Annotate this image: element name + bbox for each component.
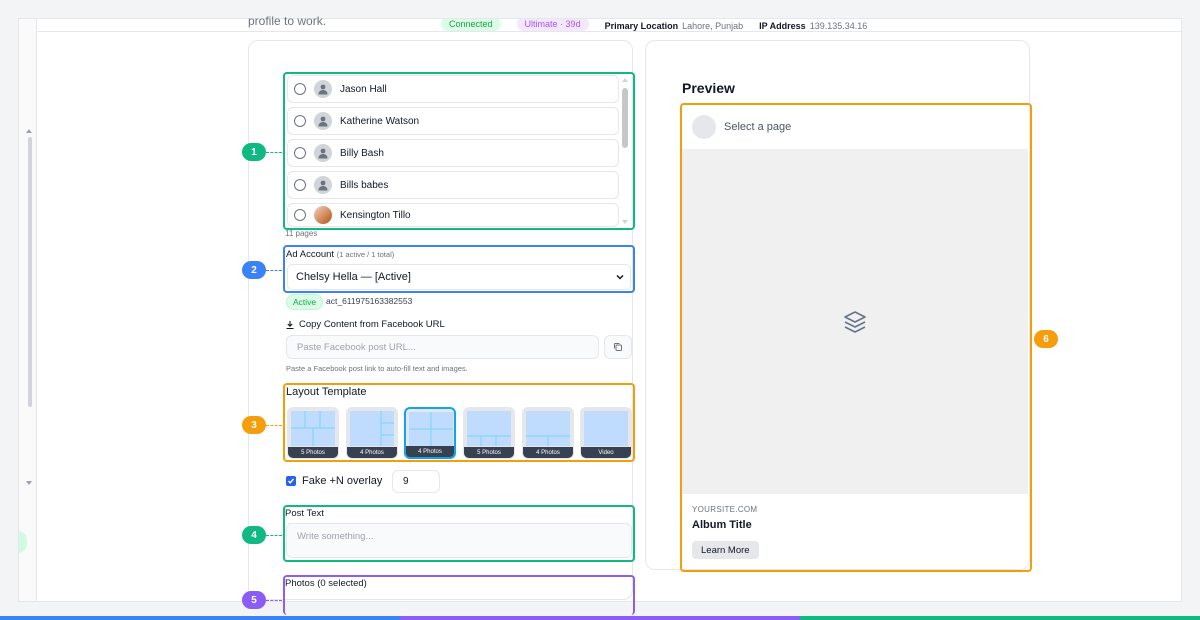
preview-site: YOURSITE.COM <box>692 505 758 514</box>
template-option[interactable]: 5 Photos <box>463 407 515 459</box>
marker-3-connector <box>266 425 282 426</box>
marker-1: 1 <box>242 143 266 161</box>
marker-1-connector <box>266 152 282 153</box>
page-option[interactable]: Kensington Tillo <box>287 203 619 227</box>
radio-button[interactable] <box>294 115 306 127</box>
select-page-text: Select a page <box>724 121 792 133</box>
fake-overlay-label: Fake +N overlay <box>302 475 383 487</box>
intro-text: profile to work. <box>248 14 327 28</box>
template-option[interactable]: 4 Photos <box>346 407 398 459</box>
download-icon <box>286 320 294 329</box>
page-option[interactable]: Katherine Watson <box>287 107 619 135</box>
photos-label: Photos (0 selected) <box>285 578 367 589</box>
template-option-selected[interactable]: 4 Photos <box>404 407 456 459</box>
topbar-divider <box>37 31 1181 32</box>
marker-2-connector <box>266 270 282 271</box>
pages-scrollbar[interactable] <box>622 88 628 148</box>
person-icon <box>314 80 332 98</box>
preview-page-header[interactable]: Select a page <box>682 106 1028 148</box>
scroll-down-icon[interactable] <box>26 481 32 485</box>
facebook-url-input[interactable]: Paste Facebook post URL... <box>286 335 599 359</box>
template-option[interactable]: 5 Photos <box>287 407 339 459</box>
left-scrollbar[interactable] <box>28 137 32 407</box>
overlay-count-input[interactable]: 9 <box>392 470 440 493</box>
template-label: 4 Photos <box>347 447 397 458</box>
rail-bubble <box>19 531 27 553</box>
post-text-label: Post Text <box>285 508 324 519</box>
paste-hint: Paste a Facebook post link to auto-fill … <box>286 364 468 373</box>
ad-account-label: Ad Account (1 active / 1 total) <box>286 249 395 260</box>
template-label: Video <box>581 447 631 458</box>
marker-4-connector <box>266 535 282 536</box>
template-option[interactable]: 4 Photos <box>522 407 574 459</box>
scroll-up-icon[interactable] <box>26 129 32 133</box>
template-label: 5 Photos <box>288 447 338 458</box>
bottom-gradient-bar <box>0 616 1200 620</box>
post-text-input[interactable]: Write something... <box>286 523 632 558</box>
radio-button[interactable] <box>294 147 306 159</box>
ip-address: IP Address 139.135.34.16 <box>759 21 868 31</box>
page-option[interactable]: Billy Bash <box>287 139 619 167</box>
account-id: act_611975163382553 <box>326 296 413 306</box>
person-icon <box>314 176 332 194</box>
layers-icon <box>844 310 866 333</box>
radio-button[interactable] <box>294 83 306 95</box>
radio-button[interactable] <box>294 209 306 221</box>
photo-avatar <box>314 206 332 224</box>
marker-4: 4 <box>242 526 266 544</box>
paste-button[interactable] <box>604 335 632 359</box>
marker-5-connector <box>266 600 282 601</box>
page-name: Bills babes <box>340 179 389 191</box>
primary-location: Primary Location Lahore, Punjab <box>604 21 744 31</box>
page-name: Katherine Watson <box>340 115 420 127</box>
album-title: Album Title <box>692 519 752 531</box>
radio-button[interactable] <box>294 179 306 191</box>
list-scroll-down-icon[interactable] <box>622 220 628 224</box>
page-name: Jason Hall <box>340 83 387 95</box>
layout-template-title: Layout Template <box>286 386 367 398</box>
person-icon <box>314 144 332 162</box>
ad-account-value: Chelsy Hella — [Active] <box>296 271 411 283</box>
page-count: 11 pages <box>285 229 318 238</box>
template-option[interactable]: Video <box>580 407 632 459</box>
page-option[interactable]: Bills babes <box>287 171 619 199</box>
top-status-bar: Connected Ultimate · 39d Primary Locatio… <box>37 19 1181 31</box>
template-label: 4 Photos <box>523 447 573 458</box>
copy-content-title: Copy Content from Facebook URL <box>285 319 445 330</box>
marker-6: 6 <box>1034 330 1058 348</box>
copy-icon <box>614 343 622 351</box>
page-name: Kensington Tillo <box>340 209 411 221</box>
preview-image <box>682 149 1028 494</box>
learn-more-button[interactable]: Learn More <box>692 541 759 559</box>
connected-badge: Connected <box>441 19 501 31</box>
template-label: 4 Photos <box>406 446 454 457</box>
marker-2: 2 <box>242 261 266 279</box>
page-option[interactable]: Jason Hall <box>287 75 619 103</box>
left-rail <box>19 19 37 601</box>
preview-title: Preview <box>682 80 735 96</box>
ad-account-select[interactable]: Chelsy Hella — [Active] <box>287 264 631 290</box>
page-name: Billy Bash <box>340 147 384 159</box>
list-scroll-up-icon[interactable] <box>622 78 628 82</box>
page-avatar <box>692 115 716 139</box>
marker-5: 5 <box>242 591 266 609</box>
fake-overlay-checkbox[interactable] <box>286 476 296 486</box>
status-badge: Active <box>286 294 324 310</box>
chevron-down-icon <box>616 274 624 280</box>
template-label: 5 Photos <box>464 447 514 458</box>
person-icon <box>314 112 332 130</box>
checkmark-icon <box>287 478 295 484</box>
marker-3: 3 <box>242 416 266 434</box>
plan-badge: Ultimate · 39d <box>516 19 589 31</box>
